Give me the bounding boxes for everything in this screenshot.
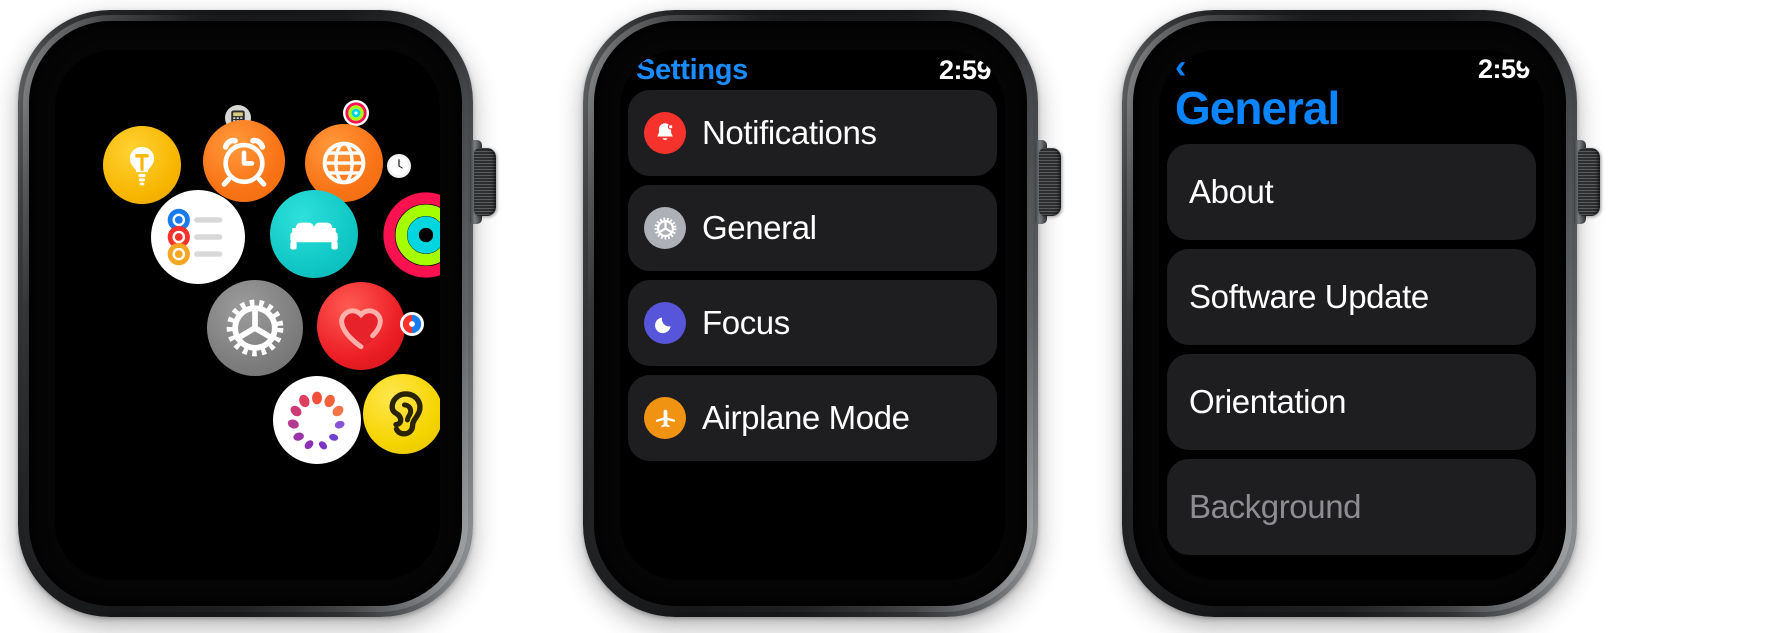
app-icon-sleep[interactable] bbox=[270, 190, 358, 278]
app-icon-clock-small[interactable] bbox=[387, 154, 411, 178]
app-icon-alarms[interactable] bbox=[203, 120, 285, 202]
moon-icon bbox=[644, 302, 686, 344]
heart-icon bbox=[339, 308, 383, 350]
ear-icon bbox=[389, 391, 423, 437]
gear-icon bbox=[644, 207, 686, 249]
apple-watch-general: ‹ 2:59 General About Software Update Ori… bbox=[1092, 0, 1602, 633]
alarm-clock-icon bbox=[221, 137, 267, 187]
settings-list: Notifications General Focus Airplane Mod… bbox=[620, 90, 1005, 461]
app-icon-mindfulness[interactable] bbox=[273, 376, 361, 464]
general-row-software-update[interactable]: Software Update bbox=[1167, 249, 1536, 345]
clock-face-icon bbox=[389, 156, 409, 176]
app-icon-activity[interactable] bbox=[383, 192, 440, 278]
bell-icon bbox=[644, 112, 686, 154]
screenshot-stage: Settings 2:59 Notifications General Focu… bbox=[0, 0, 1777, 633]
general-row-label: About bbox=[1189, 173, 1274, 210]
app-icon-settings[interactable] bbox=[207, 280, 303, 376]
general-row-background[interactable]: Background bbox=[1167, 459, 1536, 555]
digital-crown[interactable] bbox=[474, 148, 496, 216]
general-row-about[interactable]: About bbox=[1167, 144, 1536, 240]
app-icon-music-small[interactable] bbox=[400, 312, 424, 336]
digital-crown[interactable] bbox=[1039, 148, 1061, 216]
app-icon-activity-small[interactable] bbox=[343, 100, 369, 126]
general-row-orientation[interactable]: Orientation bbox=[1167, 354, 1536, 450]
activity-rings-icon bbox=[345, 102, 367, 124]
settings-row-notifications[interactable]: Notifications bbox=[628, 90, 997, 176]
settings-row-label: General bbox=[702, 209, 817, 246]
app-icon-noise[interactable] bbox=[363, 374, 440, 454]
settings-row-label: Notifications bbox=[702, 114, 877, 151]
page-title: General bbox=[1175, 82, 1340, 134]
settings-row-label: Focus bbox=[702, 304, 790, 341]
page-title: Settings bbox=[636, 54, 748, 86]
settings-row-airplane-mode[interactable]: Airplane Mode bbox=[628, 375, 997, 461]
mindfulness-icon bbox=[287, 391, 345, 450]
general-row-label: Orientation bbox=[1189, 383, 1347, 420]
status-bar: Settings 2:59 bbox=[620, 50, 1005, 90]
settings-row-general[interactable]: General bbox=[628, 185, 997, 271]
airplane-icon bbox=[644, 397, 686, 439]
general-list: About Software Update Orientation Backgr… bbox=[1159, 144, 1544, 555]
general-row-label: Background bbox=[1189, 488, 1362, 525]
app-icon-reminders[interactable] bbox=[151, 190, 245, 284]
settings-row-label: Airplane Mode bbox=[702, 399, 910, 436]
apple-watch-settings: Settings 2:59 Notifications General Focu… bbox=[553, 0, 1063, 633]
digital-crown[interactable] bbox=[1578, 148, 1600, 216]
bed-icon bbox=[290, 222, 338, 250]
reminders-list-icon bbox=[167, 208, 223, 266]
general-row-label: Software Update bbox=[1189, 278, 1429, 315]
apple-watch-app-grid bbox=[0, 0, 510, 633]
watch-screen-general[interactable]: ‹ 2:59 General About Software Update Ori… bbox=[1159, 50, 1544, 580]
app-icon-tips[interactable] bbox=[103, 126, 181, 204]
globe-icon bbox=[322, 141, 366, 185]
settings-row-focus[interactable]: Focus bbox=[628, 280, 997, 366]
app-icon-heart-rate[interactable] bbox=[317, 282, 405, 370]
lightbulb-icon bbox=[129, 146, 155, 186]
music-icon bbox=[402, 314, 422, 334]
gear-icon bbox=[226, 299, 284, 357]
watch-screen-home[interactable] bbox=[55, 50, 440, 580]
watch-screen-settings[interactable]: Settings 2:59 Notifications General Focu… bbox=[620, 50, 1005, 580]
activity-rings-icon bbox=[383, 192, 440, 278]
